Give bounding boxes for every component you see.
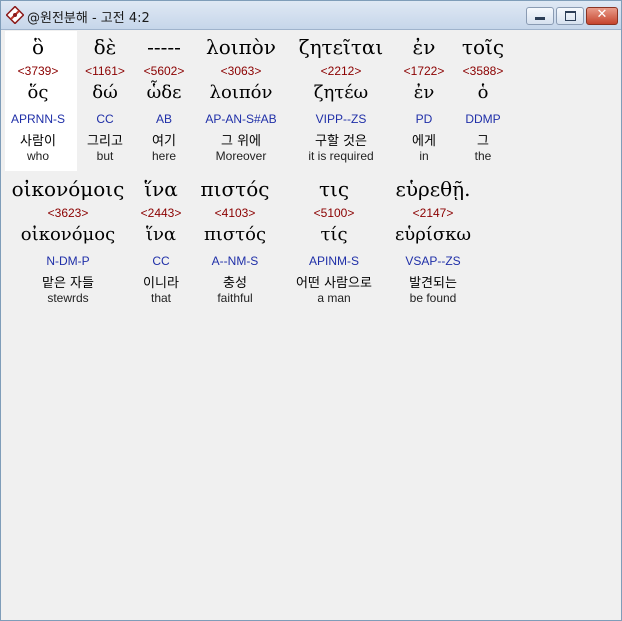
lemma: ὅς — [27, 82, 49, 103]
greek-word[interactable]: τοῖς — [453, 35, 513, 59]
strong-number[interactable]: <2443> — [131, 206, 191, 220]
strong-number[interactable]: <5602> — [137, 64, 191, 78]
app-icon — [6, 6, 24, 24]
strong-number[interactable]: <3063> — [195, 64, 287, 78]
korean-gloss: 그리고 — [87, 134, 123, 149]
strong-number[interactable]: <2147> — [389, 206, 477, 220]
lemma: οἰκονόμος — [20, 224, 116, 245]
close-icon: ✕ — [596, 7, 608, 22]
minimize-icon — [535, 17, 545, 20]
korean-gloss: 에게 — [412, 134, 436, 149]
lemma: ἐν — [413, 82, 435, 103]
parsing-code: A--NM-S — [211, 254, 259, 268]
greek-word[interactable]: ἵνα — [131, 177, 191, 201]
korean-gloss: 그 위에 — [220, 134, 261, 149]
greek-word[interactable]: τις — [281, 177, 387, 201]
korean-gloss: 그 — [477, 134, 489, 149]
korean-gloss: 충성 — [223, 276, 247, 291]
maximize-button[interactable] — [556, 7, 584, 25]
korean-gloss: 이니라 — [143, 276, 179, 291]
english-gloss: that — [150, 291, 171, 305]
lemma: ζητέω — [313, 82, 369, 103]
english-gloss: who — [26, 149, 49, 163]
greek-word[interactable]: ὃ — [7, 35, 69, 59]
lemma: δώ — [92, 82, 118, 103]
lemma: ἵνα — [145, 224, 177, 245]
english-gloss: here — [151, 149, 177, 163]
parsing-code: CC — [96, 112, 114, 126]
parsing-code: APRNN-S — [10, 112, 65, 126]
english-gloss: the — [474, 149, 492, 163]
maximize-icon — [565, 11, 576, 21]
parsing-code: APINM-S — [308, 254, 359, 268]
close-button[interactable]: ✕ — [586, 7, 618, 25]
korean-gloss: 여기 — [152, 134, 176, 149]
greek-word[interactable]: δὲ — [77, 35, 133, 59]
parsing-code: VIPP--ZS — [315, 112, 367, 126]
korean-gloss: 어떤 사람으로 — [296, 276, 372, 291]
greek-word[interactable]: ζητεῖται — [285, 35, 397, 59]
strong-number[interactable]: <3623> — [7, 206, 129, 220]
parsing-code: AB — [155, 112, 172, 126]
parsing-code: PD — [415, 112, 433, 126]
lemma: ὁ — [477, 82, 489, 103]
korean-gloss: 사람이 — [20, 134, 56, 149]
parsing-code: AP-AN-S#AB — [205, 112, 277, 126]
title-bar[interactable]: @원전분해 - 고전 4:2 ✕ — [1, 1, 621, 30]
english-gloss: stewrds — [47, 291, 89, 305]
greek-word[interactable]: ἐν — [397, 35, 451, 59]
greek-word[interactable]: εὑρεθῇ. — [389, 177, 477, 201]
strong-number[interactable]: <3739> — [7, 64, 69, 78]
lemma: εὑρίσκω — [394, 224, 472, 245]
parsing-code: VSAP--ZS — [405, 254, 461, 268]
minimize-button[interactable] — [526, 7, 554, 25]
app-window: @원전분해 - 고전 4:2 ✕ ὃ <3739> ὅς APRNN-S 사람이… — [0, 0, 622, 621]
strong-number[interactable]: <4103> — [191, 206, 279, 220]
english-gloss: a man — [317, 291, 351, 305]
korean-gloss: 맡은 자들 — [42, 276, 94, 291]
english-gloss: it is required — [308, 149, 374, 163]
parsing-code: CC — [152, 254, 170, 268]
english-gloss: Moreover — [215, 149, 267, 163]
english-gloss: in — [419, 149, 429, 163]
strong-number[interactable]: <5100> — [281, 206, 387, 220]
greek-word[interactable]: ----- — [137, 35, 191, 59]
english-gloss: but — [96, 149, 114, 163]
lemma: λοιπόν — [209, 82, 273, 103]
lemma: ὧδε — [146, 82, 182, 103]
strong-number[interactable]: <1722> — [397, 64, 451, 78]
window-title: @원전분해 - 고전 4:2 — [27, 11, 150, 26]
parsing-code: DDMP — [465, 112, 501, 126]
korean-gloss: 구할 것은 — [315, 134, 367, 149]
korean-gloss: 발견되는 — [409, 276, 457, 291]
strong-number[interactable]: <3588> — [453, 64, 513, 78]
strong-number[interactable]: <2212> — [285, 64, 397, 78]
greek-word[interactable]: πιστός — [191, 177, 279, 201]
greek-word[interactable]: οἰκονόμοις — [7, 177, 129, 201]
lemma: πιστός — [203, 224, 267, 245]
english-gloss: be found — [409, 291, 457, 305]
strong-number[interactable]: <1161> — [77, 64, 133, 78]
english-gloss: faithful — [217, 291, 253, 305]
greek-word[interactable]: λοιπὸν — [195, 35, 287, 59]
parsing-code: N-DM-P — [46, 254, 90, 268]
lemma: τίς — [320, 224, 348, 245]
